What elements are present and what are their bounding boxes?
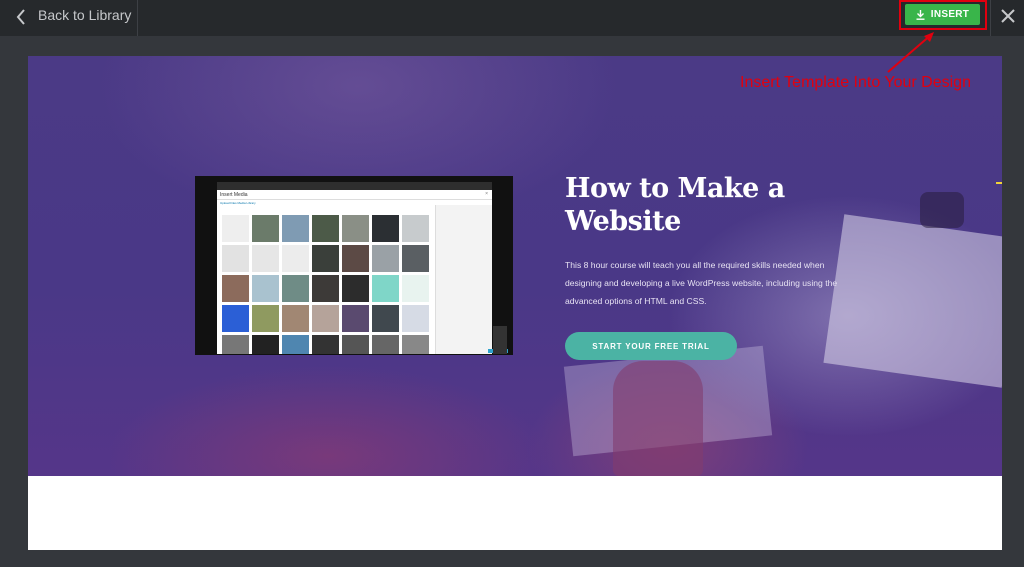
media-thumbnail (282, 215, 309, 242)
start-free-trial-button[interactable]: START YOUR FREE TRIAL (565, 332, 737, 360)
background-accent-mark (996, 182, 1002, 184)
media-thumbnail-grid (222, 215, 432, 354)
media-thumbnail (312, 305, 339, 332)
back-to-library-button[interactable]: Back to Library (0, 0, 138, 36)
media-thumbnail (222, 275, 249, 302)
annotation-arrow (887, 32, 934, 73)
modal-title: Insert Media (220, 192, 248, 198)
media-modal: Insert Media × Upload Files Media Librar… (217, 182, 508, 354)
media-thumbnail (312, 215, 339, 242)
media-thumbnail (252, 335, 279, 354)
media-thumbnail (402, 245, 429, 272)
media-thumbnail (402, 335, 429, 354)
download-icon (916, 9, 925, 20)
media-thumbnail (372, 275, 399, 302)
hero-title-line: Website (565, 206, 681, 237)
chevron-left-icon (16, 9, 25, 25)
modal-tabs: Upload Files Media Library (220, 201, 256, 205)
modal-sidebar (435, 205, 492, 354)
media-thumbnail (342, 215, 369, 242)
modal-top-bar (217, 182, 492, 190)
media-thumbnail (222, 305, 249, 332)
media-thumbnail (222, 335, 249, 354)
media-thumbnail (312, 275, 339, 302)
media-thumbnail (312, 335, 339, 354)
modal-close-icon: × (485, 191, 488, 197)
screenshot-side-bar (493, 326, 507, 354)
topbar-divider (990, 0, 991, 36)
background-watch-shape (920, 192, 964, 228)
media-thumbnail (282, 335, 309, 354)
media-thumbnail (402, 305, 429, 332)
back-to-library-label: Back to Library (38, 7, 132, 23)
media-thumbnail (252, 215, 279, 242)
template-preview: Insert Media × Upload Files Media Librar… (28, 56, 1002, 550)
hero-title: How to Make a Website (565, 172, 805, 238)
media-thumbnail (282, 245, 309, 272)
top-bar: Back to Library INSERT (0, 0, 1024, 36)
background-jar-shape (613, 361, 703, 476)
hero-title-line: How to Make a (565, 173, 785, 204)
media-thumbnail (252, 305, 279, 332)
media-thumbnail (282, 275, 309, 302)
media-thumbnail (282, 305, 309, 332)
background-paper-shape (823, 214, 1002, 388)
hero-section: Insert Media × Upload Files Media Librar… (28, 56, 1002, 476)
media-thumbnail (342, 275, 369, 302)
media-thumbnail (252, 245, 279, 272)
media-library-screenshot: Insert Media × Upload Files Media Librar… (195, 176, 513, 355)
media-thumbnail (372, 335, 399, 354)
media-thumbnail (342, 305, 369, 332)
insert-button[interactable]: INSERT (905, 4, 980, 25)
media-thumbnail (312, 245, 339, 272)
close-icon[interactable] (998, 6, 1018, 26)
media-thumbnail (372, 245, 399, 272)
modal-divider (217, 199, 492, 200)
media-thumbnail (342, 335, 369, 354)
media-thumbnail (372, 215, 399, 242)
media-thumbnail (402, 215, 429, 242)
insert-button-label: INSERT (930, 9, 970, 20)
media-thumbnail (372, 305, 399, 332)
media-thumbnail (342, 245, 369, 272)
media-thumbnail (222, 215, 249, 242)
annotation-text: Insert Template Into Your Design (740, 74, 971, 91)
hero-description: This 8 hour course will teach you all th… (565, 260, 838, 306)
media-thumbnail (252, 275, 279, 302)
media-thumbnail (222, 245, 249, 272)
media-thumbnail (402, 275, 429, 302)
